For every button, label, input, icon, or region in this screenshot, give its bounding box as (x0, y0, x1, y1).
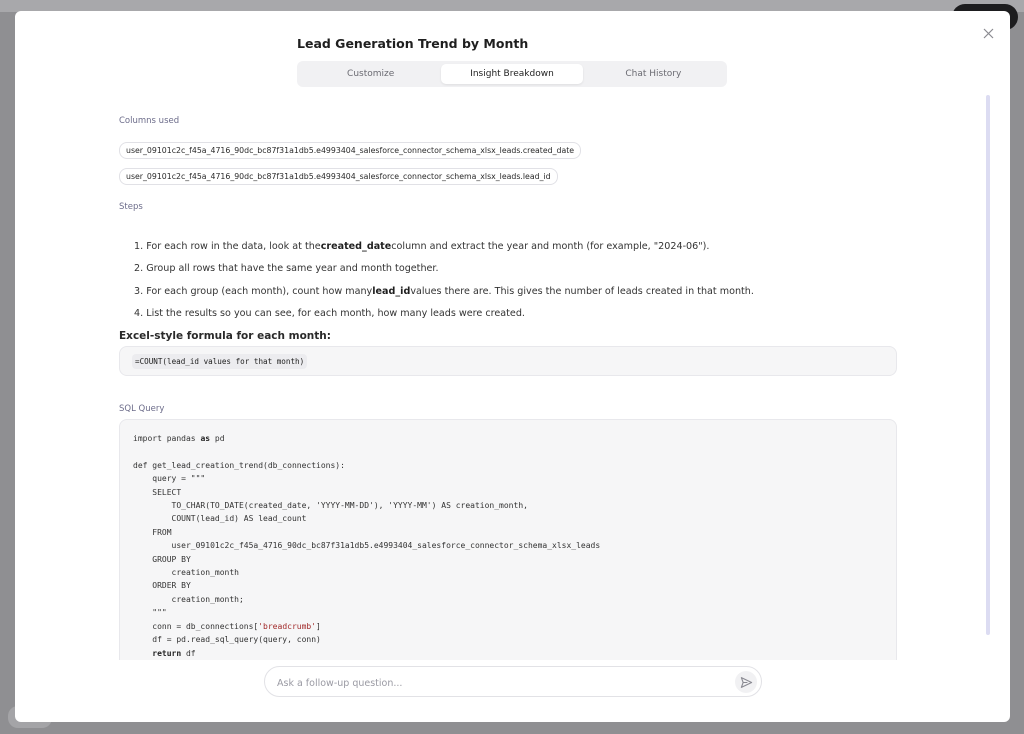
insight-modal: Lead Generation Trend by Month Customize… (15, 11, 1010, 722)
steps-label: Steps (119, 202, 143, 212)
formula-code: =COUNT(lead_id values for that month) (132, 354, 308, 369)
tab-insight-breakdown[interactable]: Insight Breakdown (441, 64, 583, 84)
column-chip: user_09101c2c_f45a_4716_90dc_bc87f31a1db… (119, 142, 582, 159)
follow-up-input[interactable] (275, 672, 719, 694)
columns-used-label: Columns used (119, 116, 180, 126)
modal-title: Lead Generation Trend by Month (297, 36, 529, 51)
step-item: 4. List the results so you can see, for … (134, 308, 525, 320)
close-button[interactable] (978, 23, 998, 43)
insight-content: Columns used user_09101c2c_f45a_4716_90d… (15, 95, 1010, 660)
code-text: import pandas as pd def get_lead_creatio… (133, 434, 601, 658)
send-icon (740, 676, 752, 688)
tab-customize[interactable]: Customize (300, 64, 441, 84)
steps-list: 1. For each row in the data, look at the… (134, 235, 894, 325)
step-item: 2. Group all rows that have the same yea… (134, 263, 439, 275)
column-chip: user_09101c2c_f45a_4716_90dc_bc87f31a1db… (119, 168, 558, 185)
scrollbar[interactable] (986, 95, 990, 635)
formula-heading: Excel-style formula for each month: (119, 330, 331, 342)
send-button[interactable] (735, 671, 757, 693)
tab-chat-history[interactable]: Chat History (583, 64, 724, 84)
step-item: 3. For each group (each month), count ho… (134, 285, 754, 297)
follow-up-bar (264, 666, 762, 697)
sql-query-label: SQL Query (119, 404, 165, 414)
step-item: 1. For each row in the data, look at the… (134, 240, 710, 252)
formula-box: =COUNT(lead_id values for that month) (119, 346, 897, 376)
close-icon (983, 28, 993, 38)
code-block: import pandas as pd def get_lead_creatio… (119, 419, 897, 660)
tab-bar: Customize Insight Breakdown Chat History (297, 61, 727, 87)
